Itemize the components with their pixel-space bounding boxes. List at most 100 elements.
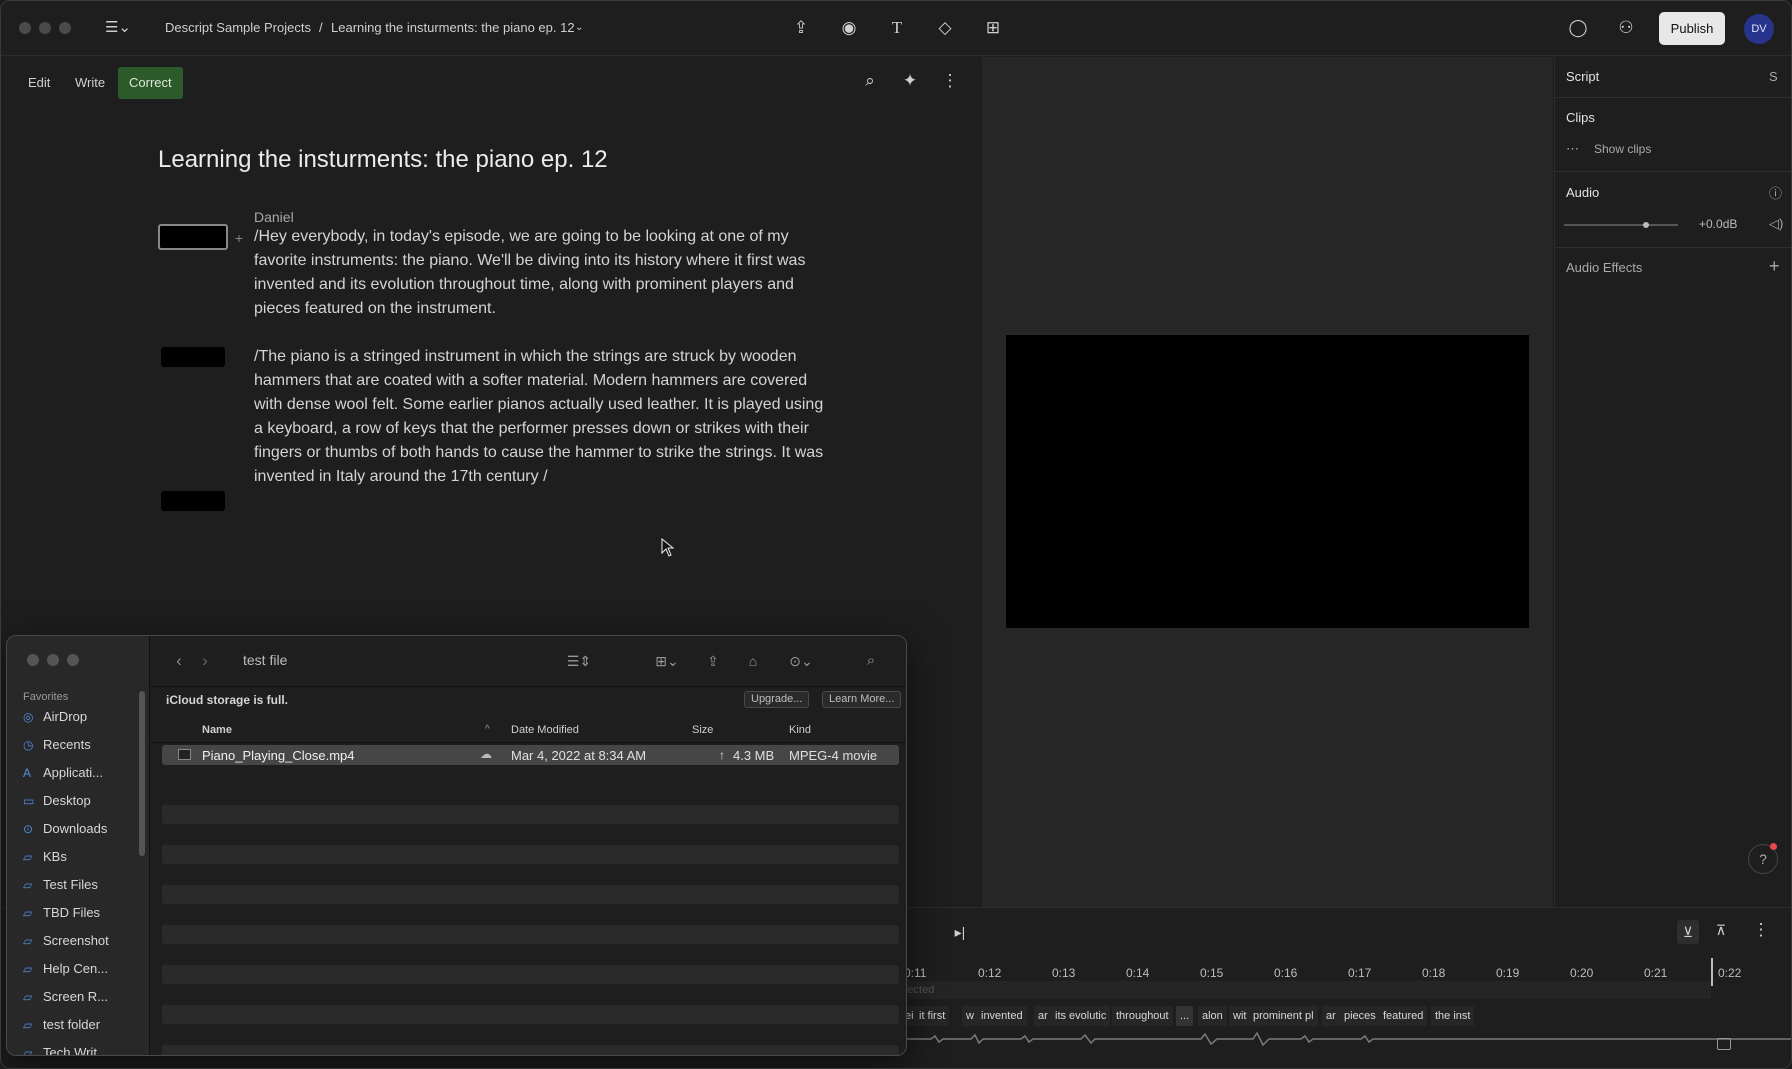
sidebar-item[interactable]: A Applicati... (23, 765, 103, 780)
more-options-icon[interactable]: ⋮ (1750, 920, 1772, 940)
timeline-word[interactable]: throughout (1112, 1006, 1173, 1026)
close-window-button[interactable] (19, 22, 31, 34)
empty-row (162, 845, 899, 864)
action-menu-icon[interactable]: ⊙⌄ (781, 651, 821, 671)
sidebar-item[interactable]: ⊙ Downloads (23, 821, 107, 836)
sidebar-item[interactable]: ▭ Desktop (23, 793, 91, 808)
file-date: Mar 4, 2022 at 8:34 AM (511, 748, 647, 763)
video-canvas[interactable] (1006, 335, 1529, 628)
track-toggle-icon[interactable] (1717, 1038, 1731, 1050)
file-name[interactable]: Piano_Playing_Close.mp4 (202, 748, 354, 763)
upgrade-button[interactable]: Upgrade... (744, 691, 810, 708)
learn-more-button[interactable]: Learn More... (822, 691, 902, 708)
shapes-icon[interactable]: ◇ (934, 18, 956, 38)
column-header-kind[interactable]: Kind (789, 724, 811, 736)
sidebar-item[interactable]: ◷ Recents (23, 737, 91, 752)
finder-minimize-button[interactable] (47, 654, 59, 666)
timeline-word[interactable]: wit (1229, 1006, 1251, 1026)
finder-zoom-button[interactable] (67, 654, 79, 666)
mode-write[interactable]: Write (64, 67, 116, 99)
volume-slider[interactable] (1564, 224, 1678, 226)
sidebar-item[interactable]: ◎ AirDrop (23, 709, 87, 724)
finder-close-button[interactable] (27, 654, 39, 666)
show-clips-button[interactable]: Show clips (1594, 142, 1651, 156)
script-paragraph[interactable]: /Hey everybody, in today's episode, we a… (254, 225, 832, 321)
timeline-word[interactable]: alon (1198, 1006, 1227, 1026)
sidebar-item[interactable]: ▱ Test Files (23, 877, 98, 892)
add-scene-icon[interactable]: + (232, 228, 246, 248)
timeline-word[interactable]: w (962, 1006, 978, 1026)
sort-ascending-icon[interactable]: ^ (485, 724, 490, 735)
zoom-window-button[interactable] (59, 22, 71, 34)
timeline-word[interactable]: invented (977, 1006, 1027, 1026)
more-options-icon[interactable]: ⋯ (1566, 141, 1579, 157)
share-icon[interactable]: ⇪ (703, 651, 723, 671)
column-header-date[interactable]: Date Modified (511, 724, 579, 736)
add-effect-icon[interactable]: + (1769, 256, 1780, 277)
sidebar-item[interactable]: ▱ Screenshot (23, 933, 109, 948)
search-icon[interactable]: ⌕ (859, 71, 881, 91)
timeline-word[interactable]: featured (1379, 1006, 1428, 1026)
timeline-word[interactable]: its evolutic (1051, 1006, 1111, 1026)
document-title[interactable]: Learning the insturments: the piano ep. … (158, 146, 608, 174)
mode-correct[interactable]: Correct (118, 67, 183, 99)
column-header-size[interactable]: Size (692, 724, 713, 736)
timeline-expand-icon[interactable]: ⊼ (1710, 920, 1732, 940)
comment-icon[interactable]: ◯ (1567, 18, 1589, 38)
text-tool-icon[interactable]: T (886, 18, 908, 38)
selection-track[interactable] (901, 981, 1711, 999)
grid-icon[interactable]: ⊞ (982, 18, 1004, 38)
publish-button[interactable]: Publish (1659, 12, 1725, 45)
speaker-label[interactable]: Daniel (254, 209, 294, 225)
volume-value[interactable]: +0.0dB (1699, 217, 1737, 231)
more-options-icon[interactable]: ⋮ (939, 71, 961, 91)
timeline-word[interactable]: prominent pl (1249, 1006, 1318, 1026)
sidebar-item[interactable]: ▱ KBs (23, 849, 67, 864)
timeline-word[interactable]: ... (1176, 1006, 1194, 1026)
sidebar-scrollbar[interactable] (139, 691, 145, 856)
timeline-word[interactable]: it first (915, 1006, 950, 1026)
column-header-name[interactable]: Name (202, 724, 232, 736)
project-menu-icon[interactable]: ☰⌄ (102, 18, 134, 38)
timeline-tick: 0:22 (1718, 966, 1742, 980)
sidebar-item[interactable]: ▱ Tech Writ... (23, 1045, 108, 1055)
mode-edit[interactable]: Edit (17, 67, 61, 99)
scene-thumbnail[interactable] (161, 347, 225, 367)
scene-thumbnail[interactable] (158, 224, 228, 250)
timeline-collapse-icon[interactable]: ⊻ (1677, 920, 1699, 944)
chevron-down-icon[interactable]: ⌄ (575, 22, 583, 33)
playhead[interactable] (1711, 958, 1713, 986)
breadcrumb-project[interactable]: Descript Sample Projects (165, 20, 311, 35)
scene-thumbnail[interactable] (161, 491, 225, 511)
timeline-word[interactable]: pieces (1340, 1006, 1380, 1026)
add-user-icon[interactable]: ⚇ (1615, 18, 1637, 38)
applications-icon: A (23, 766, 32, 780)
breadcrumb-document[interactable]: Learning the insturments: the piano ep. … (331, 20, 575, 35)
file-row[interactable]: Piano_Playing_Close.mp4 ☁ Mar 4, 2022 at… (162, 745, 899, 765)
volume-slider-handle[interactable] (1643, 222, 1649, 228)
list-view-icon[interactable]: ☰⇕ (559, 651, 599, 671)
tag-icon[interactable]: ⌂ (743, 651, 763, 671)
script-tab-label[interactable]: Script (1566, 69, 1599, 84)
minimize-window-button[interactable] (39, 22, 51, 34)
script-paragraph[interactable]: /The piano is a stringed instrument in w… (254, 345, 832, 489)
info-icon[interactable]: ⓘ (1769, 183, 1782, 202)
timeline-word[interactable]: ar (1034, 1006, 1052, 1026)
group-icon[interactable]: ⊞⌄ (647, 651, 687, 671)
timeline-word[interactable]: the inst (1431, 1006, 1475, 1026)
sidebar-item[interactable]: ▱ test folder (23, 1017, 100, 1032)
forward-icon[interactable]: › (197, 651, 213, 671)
search-icon[interactable]: ⌕ (861, 651, 881, 671)
record-icon[interactable]: ◉ (838, 18, 860, 38)
timeline-word[interactable]: ar (1322, 1006, 1340, 1026)
speaker-icon[interactable]: ◁) (1769, 216, 1783, 232)
ai-sparkle-icon[interactable]: ✦ (899, 71, 921, 91)
sidebar-item[interactable]: ▱ TBD Files (23, 905, 100, 920)
sidebar-item[interactable]: ▱ Screen R... (23, 989, 108, 1004)
back-icon[interactable]: ‹ (171, 651, 187, 671)
skip-forward-icon[interactable]: ▸| (949, 922, 971, 942)
sidebar-item[interactable]: ▱ Help Cen... (23, 961, 108, 976)
audio-waveform[interactable] (901, 1030, 1792, 1048)
export-icon[interactable]: ⇪ (790, 18, 812, 38)
avatar[interactable]: DV (1744, 14, 1774, 44)
